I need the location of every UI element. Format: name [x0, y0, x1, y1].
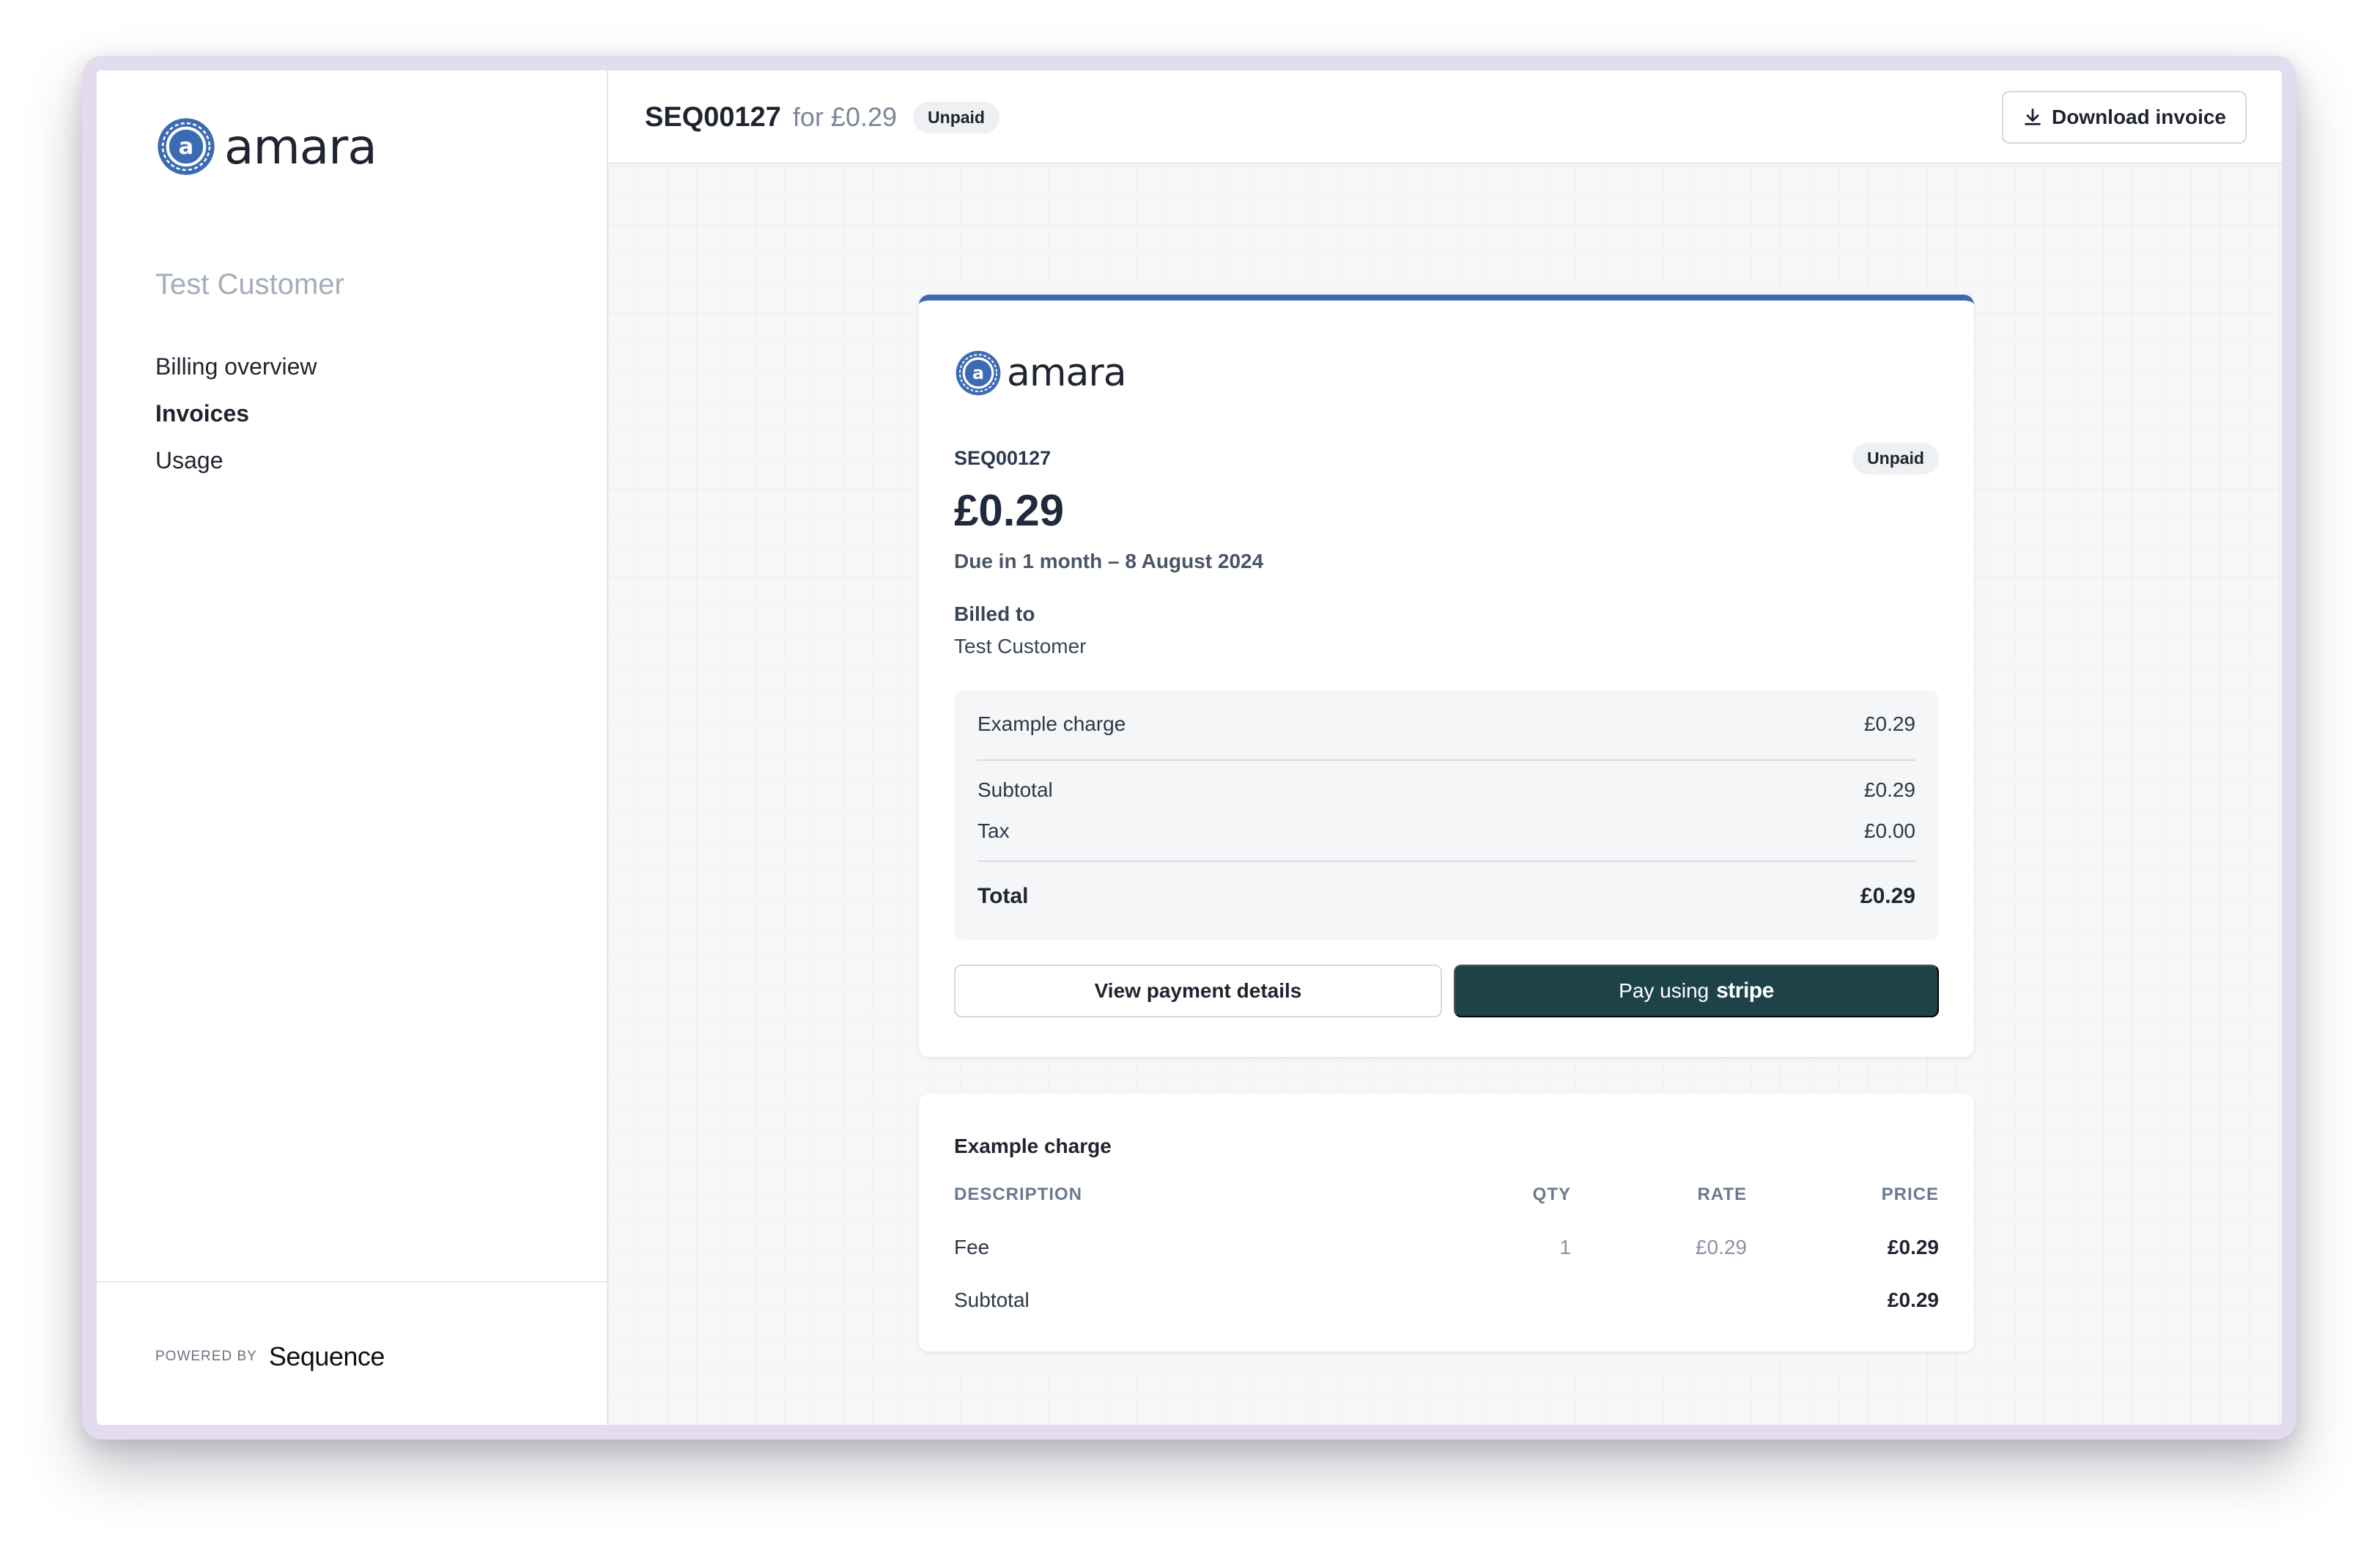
billed-to-label: Billed to [954, 602, 1035, 625]
view-payment-details-button[interactable]: View payment details [954, 965, 1442, 1017]
summary-line-value: £0.29 [1863, 712, 1915, 735]
stripe-logo: stripe [1716, 978, 1774, 1003]
col-header-description: DESCRIPTION [954, 1184, 1083, 1204]
row-rate: £0.29 [1695, 1236, 1747, 1258]
download-invoice-label: Download invoice [2051, 106, 2226, 128]
subtotal-value: £0.29 [1887, 1289, 1939, 1311]
row-price: £0.29 [1887, 1236, 1939, 1258]
sequence-logo[interactable]: Sequence [269, 1341, 385, 1372]
summary-subtotal-row: Subtotal £0.29 [978, 778, 1915, 802]
card-brand-logo: a amara [954, 349, 1127, 397]
invoice-id: SEQ00127 [954, 447, 1052, 469]
table-subtotal-row: Subtotal £0.29 [954, 1289, 1939, 1318]
line-items-card: Example charge DESCRIPTION QTY RATE PRIC… [919, 1094, 1974, 1352]
invoice-card: a amara SEQ00127 Unpaid £0.29 Due in 1 m… [919, 295, 1974, 1057]
nav-item-invoices[interactable]: Invoices [155, 390, 317, 437]
sidebar-footer: POWERED BY Sequence [97, 1281, 607, 1425]
sidebar-nav: Billing overview Invoices Usage [155, 343, 317, 484]
col-header-rate: RATE [1697, 1184, 1747, 1204]
summary-tax-row: Tax £0.00 [978, 819, 1915, 843]
top-bar: SEQ00127 for £0.29 Unpaid Download invoi… [608, 70, 2282, 164]
col-header-price: PRICE [1881, 1184, 1939, 1204]
summary-subtotal-label: Subtotal [978, 778, 1053, 801]
subtotal-label: Subtotal [954, 1289, 1030, 1311]
summary-total-label: Total [978, 884, 1029, 908]
pay-button-label: Pay using [1619, 979, 1710, 1002]
amara-logo-icon: a [956, 350, 1001, 396]
content-area: a amara SEQ00127 Unpaid £0.29 Due in 1 m… [608, 166, 2282, 1425]
invoice-amount: £0.29 [954, 486, 1065, 535]
summary-line-label: Example charge [978, 712, 1126, 735]
invoice-summary: Example charge £0.29 Subtotal £0.29 Tax … [954, 690, 1939, 940]
app-window: a amara Test Customer Billing overview I… [97, 70, 2282, 1425]
summary-line-row: Example charge £0.29 [978, 712, 1915, 736]
line-items-title: Example charge [954, 1135, 1112, 1157]
billed-to-name: Test Customer [954, 635, 1087, 657]
table-header: DESCRIPTION QTY RATE PRICE [954, 1184, 1939, 1214]
invoice-status-badge: Unpaid [1852, 443, 1939, 474]
pay-with-stripe-button[interactable]: Pay using stripe [1454, 965, 1939, 1017]
table-row: Fee 1 £0.29 £0.29 [954, 1236, 1939, 1265]
main-content: SEQ00127 for £0.29 Unpaid Download invoi… [608, 70, 2282, 1425]
row-description: Fee [954, 1236, 990, 1258]
invoice-due-date: Due in 1 month – 8 August 2024 [954, 550, 1264, 572]
summary-total-row: Total £0.29 [978, 884, 1915, 909]
customer-name: Test Customer [155, 268, 344, 301]
summary-subtotal-value: £0.29 [1863, 778, 1915, 801]
summary-divider [978, 860, 1915, 862]
powered-by-label: POWERED BY [155, 1349, 257, 1364]
brand-name: amara [224, 118, 377, 175]
powered-by: POWERED BY Sequence [155, 1341, 385, 1372]
brand-logo: a amara [155, 116, 377, 177]
col-header-qty: QTY [1532, 1184, 1571, 1204]
svg-text:a: a [972, 363, 984, 383]
summary-tax-label: Tax [978, 819, 1010, 842]
status-badge: Unpaid [913, 101, 999, 133]
download-icon [2025, 108, 2041, 125]
summary-total-value: £0.29 [1860, 884, 1915, 908]
svg-text:a: a [179, 134, 193, 160]
nav-item-billing-overview[interactable]: Billing overview [155, 343, 317, 390]
page-title: SEQ00127 [645, 101, 781, 133]
page-subtitle-amount: for £0.29 [792, 102, 898, 132]
download-invoice-button[interactable]: Download invoice [2001, 91, 2247, 144]
nav-item-usage[interactable]: Usage [155, 437, 317, 484]
amara-logo-icon: a [158, 118, 215, 175]
card-brand-name: amara [1007, 351, 1127, 395]
sidebar: a amara Test Customer Billing overview I… [97, 70, 608, 1425]
summary-divider [978, 759, 1915, 761]
row-qty: 1 [1559, 1236, 1571, 1258]
summary-tax-value: £0.00 [1863, 819, 1915, 842]
